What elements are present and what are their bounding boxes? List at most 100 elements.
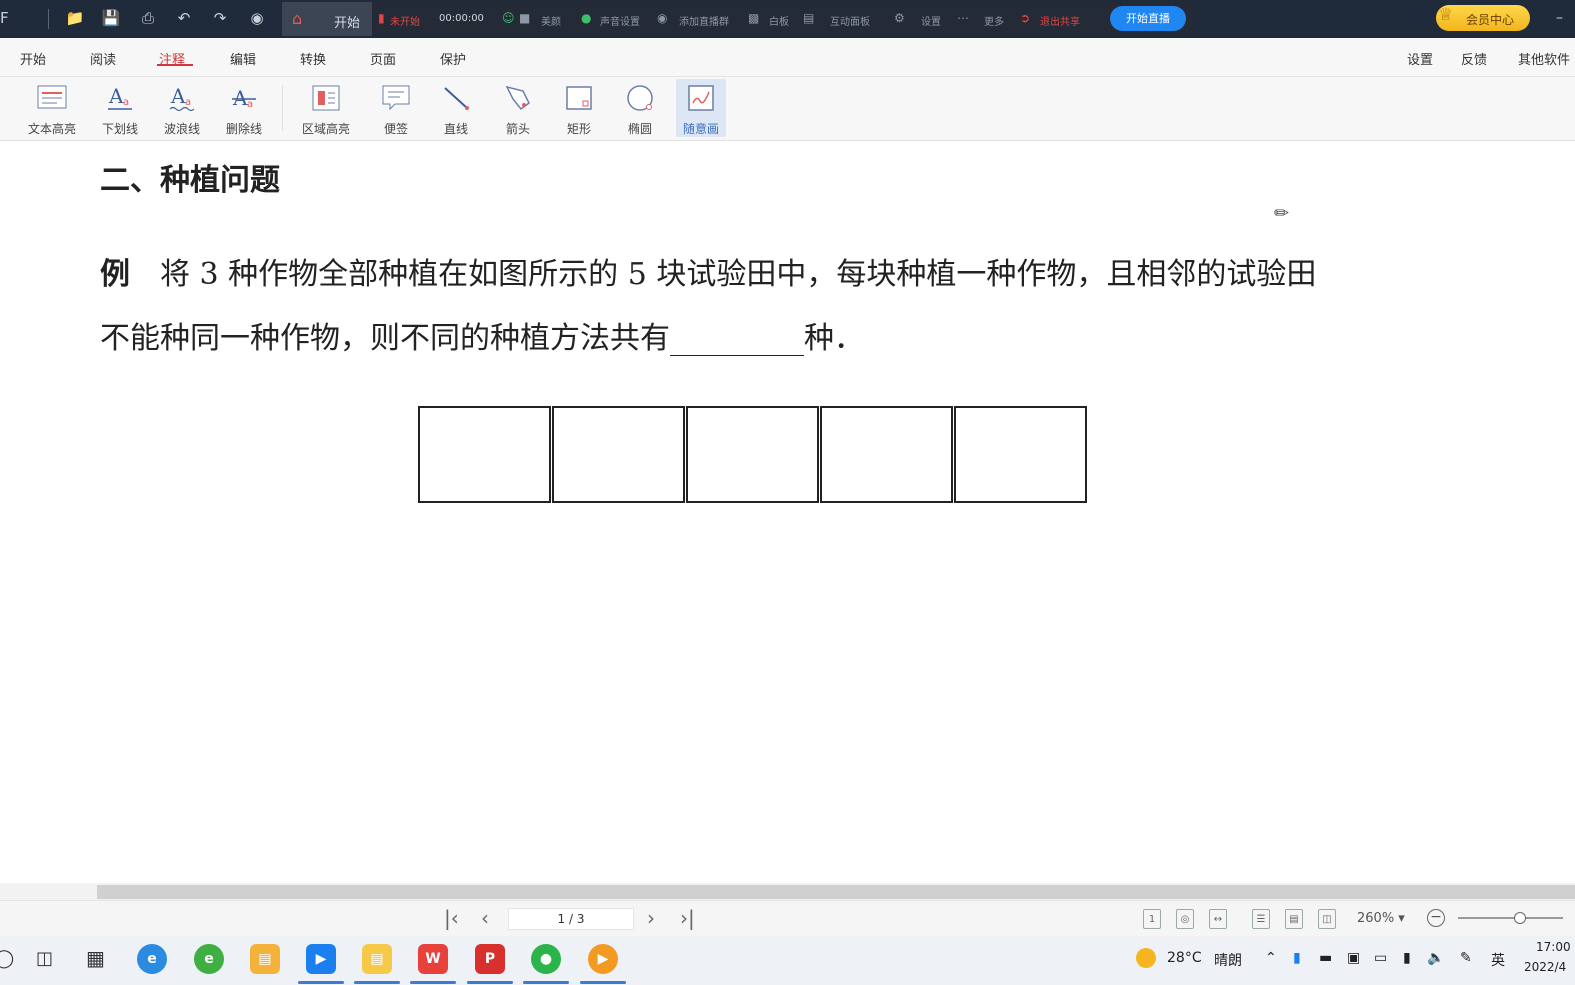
- audio-settings-button[interactable]: 声音设置: [600, 13, 640, 28]
- tool-rectangle[interactable]: 矩形: [555, 79, 603, 137]
- home-icon: ⌂: [292, 9, 303, 28]
- menu-settings[interactable]: 设置: [1407, 49, 1433, 68]
- field-box: [686, 406, 819, 503]
- notes-app-icon[interactable]: ▤: [250, 944, 280, 974]
- zoom-out-icon[interactable]: −: [1427, 909, 1445, 927]
- tray-expand-icon[interactable]: ⌃: [1265, 950, 1277, 966]
- ime-indicator[interactable]: 英: [1491, 950, 1505, 970]
- search-icon[interactable]: ◯: [0, 948, 14, 969]
- tool-freehand[interactable]: 随意画: [676, 79, 726, 137]
- title-bar: F 📁 💾 ⎙ ↶ ↷ ◉ ⌂ 开始 ▮ 未开始 00:00:00 ☺ ■ 美颜…: [0, 0, 1575, 38]
- zoom-slider[interactable]: [1458, 917, 1563, 919]
- zoom-slider-handle[interactable]: [1514, 912, 1526, 924]
- svg-text:a: a: [123, 97, 129, 108]
- add-group-button[interactable]: 添加直播群: [679, 13, 729, 28]
- fit-width-icon[interactable]: ↔: [1209, 909, 1227, 929]
- file-explorer-icon[interactable]: ▤: [362, 944, 392, 974]
- settings-button[interactable]: 设置: [921, 13, 941, 28]
- actual-size-icon[interactable]: 1: [1143, 909, 1161, 929]
- tool-arrow[interactable]: 箭头: [494, 79, 542, 137]
- beauty-button[interactable]: 美颜: [541, 13, 561, 28]
- tencent-meeting-icon[interactable]: ▶: [306, 944, 336, 974]
- tool-wavy-line[interactable]: Aa 波浪线: [154, 79, 210, 137]
- home-tab[interactable]: ⌂ 开始: [282, 2, 372, 36]
- problem-text-2a: 不能种同一种作物，则不同的种植方法共有: [100, 321, 670, 356]
- tool-strikethrough[interactable]: Aa 删除线: [216, 79, 272, 137]
- status-bar: |‹ ‹ 1 / 3 › ›| 1 ◎ ↔ ☰ ▤ ◫ 260% ▾ −: [0, 900, 1575, 937]
- tool-ellipse[interactable]: 椭圆: [616, 79, 664, 137]
- wavy-line-icon: Aa: [169, 84, 195, 112]
- tool-label: 随意画: [682, 122, 719, 136]
- tray-battery-icon[interactable]: ▬: [1319, 950, 1332, 966]
- tool-text-highlight[interactable]: 文本高亮: [22, 79, 82, 137]
- weather-temp[interactable]: 28°C: [1167, 950, 1202, 966]
- redo-icon[interactable]: ↷: [209, 7, 231, 29]
- print-icon[interactable]: ⎙: [137, 7, 159, 29]
- live-app-icon[interactable]: ▶: [588, 944, 618, 974]
- zoom-level-select[interactable]: 260% ▾: [1357, 911, 1405, 926]
- menu-home[interactable]: 开始: [20, 49, 46, 68]
- exit-icon: ➲: [1020, 11, 1031, 25]
- divider: [48, 9, 49, 29]
- page-number-input[interactable]: 1 / 3: [508, 908, 634, 930]
- fit-page-icon[interactable]: ◎: [1176, 909, 1194, 929]
- more-button[interactable]: 更多: [984, 13, 1004, 28]
- whiteboard-button[interactable]: 白板: [769, 13, 789, 28]
- exit-share-button[interactable]: 退出共享: [1040, 13, 1080, 28]
- vip-center-button[interactable]: ♕ 会员中心: [1436, 5, 1530, 31]
- horizontal-scrollbar[interactable]: [0, 883, 1575, 900]
- prev-page-icon[interactable]: ‹: [481, 906, 489, 930]
- tray-mic-icon[interactable]: ▮: [1403, 950, 1411, 966]
- tray-display-icon[interactable]: ▭: [1374, 950, 1387, 966]
- save-icon[interactable]: 💾: [100, 7, 122, 29]
- clock-time[interactable]: 17:00: [1536, 940, 1571, 954]
- menu-bar: 开始 阅读 注释 编辑 转换 页面 保护 设置 反馈 其他软件: [0, 38, 1575, 77]
- menu-protect[interactable]: 保护: [440, 49, 466, 68]
- interactive-panel-button[interactable]: 互动面板: [830, 13, 870, 28]
- minimize-icon[interactable]: –: [1556, 10, 1563, 26]
- active-app-indicator: [298, 981, 344, 984]
- tool-label: 删除线: [225, 122, 262, 136]
- continuous-view-icon[interactable]: ☰: [1252, 909, 1270, 929]
- edge-icon[interactable]: e: [137, 944, 167, 974]
- tool-underline[interactable]: Aa 下划线: [92, 79, 148, 137]
- crown-icon: ♕: [1438, 5, 1454, 25]
- tool-line[interactable]: 直线: [432, 79, 480, 137]
- tool-sticky-note[interactable]: 便签: [370, 79, 422, 137]
- ie-icon[interactable]: e: [194, 944, 224, 974]
- two-page-icon[interactable]: ◫: [1318, 909, 1336, 929]
- menu-feedback[interactable]: 反馈: [1461, 49, 1487, 68]
- tray-app-icon[interactable]: ▮: [1293, 950, 1301, 966]
- first-page-icon[interactable]: |‹: [444, 906, 459, 930]
- tray-volume-icon[interactable]: 🔈: [1427, 950, 1444, 966]
- menu-page[interactable]: 页面: [370, 49, 396, 68]
- pin-icon[interactable]: ◉: [246, 7, 268, 29]
- menu-read[interactable]: 阅读: [90, 49, 116, 68]
- task-view-icon[interactable]: ◫: [36, 948, 53, 969]
- tool-area-highlight[interactable]: 区域高亮: [295, 79, 357, 137]
- weather-desc[interactable]: 晴朗: [1214, 950, 1242, 970]
- menu-convert[interactable]: 转换: [300, 49, 326, 68]
- tray-pen-icon[interactable]: ✎: [1460, 950, 1472, 966]
- widgets-icon[interactable]: ▦: [86, 946, 105, 970]
- wechat-icon[interactable]: ●: [531, 944, 561, 974]
- pdf-reader-icon[interactable]: P: [475, 944, 505, 974]
- undo-icon[interactable]: ↶: [173, 7, 195, 29]
- tray-network-icon[interactable]: ▣: [1347, 950, 1360, 966]
- problem-line-2: 不能种同一种作物，则不同的种植方法共有 种．: [100, 313, 864, 357]
- menu-other-software[interactable]: 其他软件: [1518, 49, 1570, 68]
- field-box: [820, 406, 953, 503]
- last-page-icon[interactable]: ›|: [680, 906, 695, 930]
- pencil-cursor-icon: ✏: [1274, 203, 1290, 224]
- open-folder-icon[interactable]: 📁: [64, 7, 86, 29]
- svg-text:a: a: [185, 97, 191, 108]
- single-page-icon[interactable]: ▤: [1285, 909, 1303, 929]
- menu-edit[interactable]: 编辑: [230, 49, 256, 68]
- divider: [282, 85, 283, 131]
- annotation-ribbon: 文本高亮 Aa 下划线 Aa 波浪线 Aa 删除线 区域高亮 便签 直线 箭头 …: [0, 77, 1575, 141]
- next-page-icon[interactable]: ›: [647, 906, 655, 930]
- wps-icon[interactable]: W: [418, 944, 448, 974]
- scrollbar-thumb[interactable]: [97, 885, 1575, 899]
- clock-date[interactable]: 2022/4: [1524, 960, 1566, 974]
- start-live-button[interactable]: 开始直播: [1110, 6, 1186, 31]
